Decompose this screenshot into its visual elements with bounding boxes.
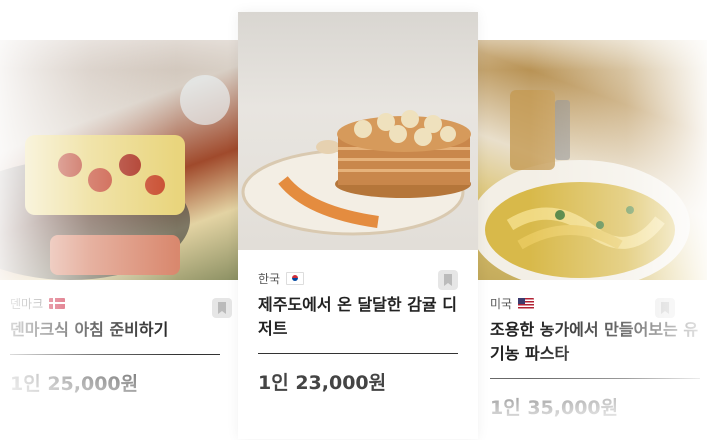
price-label: 1인 35,000원 xyxy=(490,397,619,419)
country-name: 한국 xyxy=(258,272,281,286)
recipe-title: 덴마크식 아침 준비하기 xyxy=(10,320,169,339)
divider xyxy=(490,378,700,379)
recipe-card-denmark[interactable]: 덴마크 덴마크식 아침 준비하기 1인 25,000원 xyxy=(0,40,240,440)
price-label: 1인 25,000원 xyxy=(10,373,139,395)
recipe-card-usa[interactable]: 미국 조용한 농가에서 만들어보는 유기농 파스타 1인 35,000원 xyxy=(470,40,707,440)
divider xyxy=(10,354,220,355)
country-label: 덴마크 xyxy=(10,295,220,312)
bookmark-icon[interactable] xyxy=(655,298,675,318)
recipe-title: 제주도에서 온 달달한 감귤 디저트 xyxy=(258,295,457,338)
recipe-photo-open-sandwich xyxy=(0,40,240,280)
usa-flag-icon xyxy=(518,298,535,309)
bookmark-icon[interactable] xyxy=(212,298,232,318)
bookmark-icon[interactable] xyxy=(438,270,458,290)
country-label: 한국 xyxy=(258,270,458,287)
denmark-flag-icon xyxy=(49,298,66,309)
country-name: 미국 xyxy=(490,297,513,311)
recipe-title: 조용한 농가에서 만들어보는 유기농 파스타 xyxy=(490,320,699,363)
divider xyxy=(258,353,458,354)
recipe-photo-pasta xyxy=(470,40,707,290)
korea-flag-icon xyxy=(286,272,305,285)
recipe-card-korea[interactable]: 한국 제주도에서 온 달달한 감귤 디저트 1인 23,000원 xyxy=(238,12,478,439)
country-name: 덴마크 xyxy=(10,297,44,311)
price-label: 1인 23,000원 xyxy=(258,372,387,394)
recipe-photo-pancakes xyxy=(238,12,478,250)
